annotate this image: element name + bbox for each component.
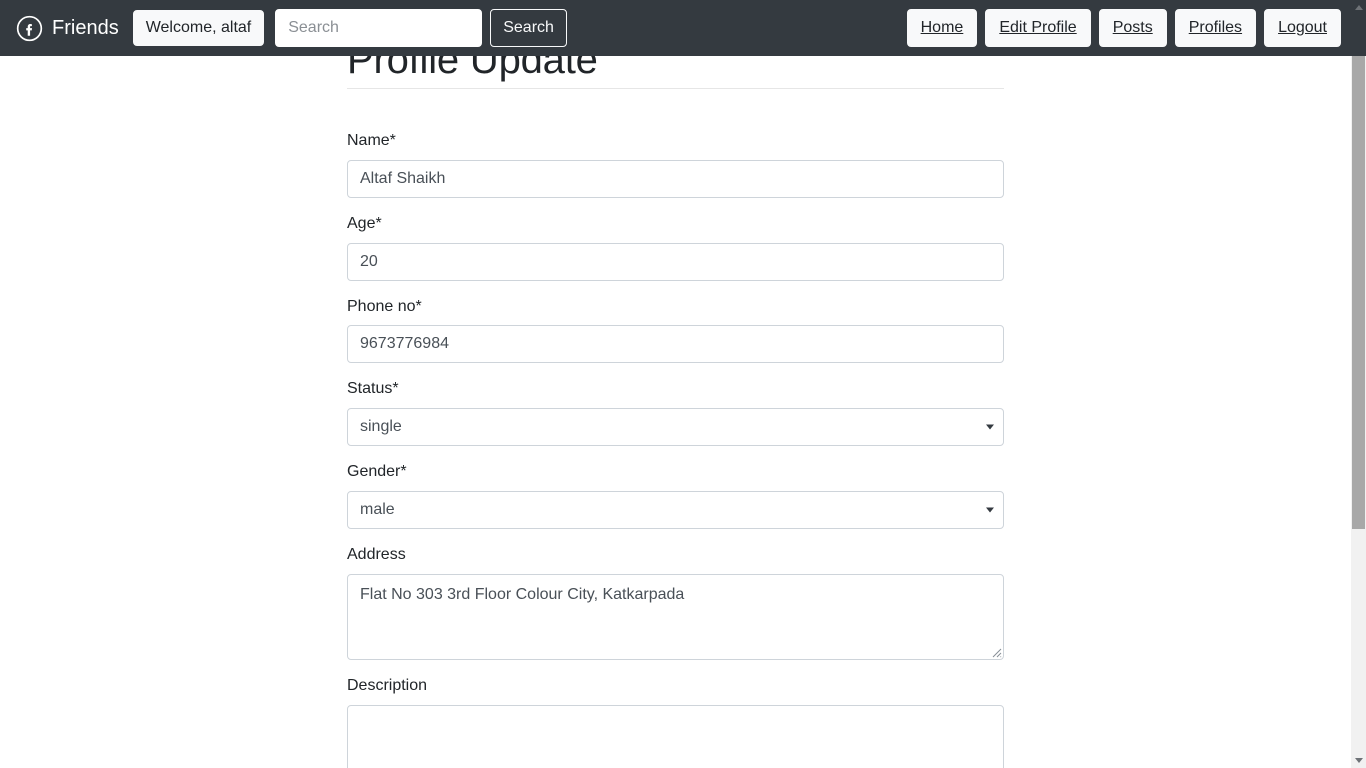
gender-select[interactable]: male: [347, 490, 1004, 529]
nav-link-profiles[interactable]: Profiles: [1174, 9, 1257, 47]
page-content: Profile Update Name* Age* Phone no*: [0, 56, 1351, 768]
vertical-scrollbar[interactable]: [1351, 0, 1366, 768]
nav-link-posts[interactable]: Posts: [1098, 9, 1167, 47]
field-group-gender: Gender* male: [347, 462, 1004, 529]
field-group-description: Description: [347, 676, 1004, 768]
field-group-name: Name*: [347, 131, 1004, 198]
status-select[interactable]: single: [347, 408, 1004, 447]
brand-link[interactable]: Friends: [16, 15, 119, 42]
description-textarea-wrap: [347, 704, 1004, 768]
address-textarea[interactable]: [347, 573, 1004, 660]
nav-link-home[interactable]: Home: [906, 9, 978, 47]
profile-update-form: Name* Age* Phone no* Status*: [347, 131, 1004, 768]
name-input[interactable]: [347, 159, 1004, 198]
phone-input[interactable]: [347, 325, 1004, 364]
scroll-up-arrow-icon[interactable]: [1351, 0, 1366, 15]
field-group-phone: Phone no*: [347, 297, 1004, 364]
label-description: Description: [347, 676, 428, 694]
nav-link-edit-profile[interactable]: Edit Profile: [985, 9, 1091, 47]
address-textarea-wrap: [347, 573, 1004, 660]
label-status: Status*: [347, 380, 399, 398]
scrollbar-track-top: [1351, 15, 1366, 56]
search-button[interactable]: Search: [490, 9, 567, 47]
page-title: Profile Update: [347, 56, 598, 82]
facebook-circle-icon: [16, 15, 43, 42]
form-container: Profile Update Name* Age* Phone no*: [332, 56, 1019, 768]
search-input[interactable]: [275, 9, 483, 47]
browser-viewport: Friends Welcome, altaf Search Home Edit …: [0, 0, 1366, 768]
nav-link-logout[interactable]: Logout: [1264, 9, 1341, 47]
label-address: Address: [347, 545, 406, 563]
label-age: Age*: [347, 214, 382, 232]
label-phone: Phone no*: [347, 297, 422, 315]
label-name: Name*: [347, 132, 396, 149]
welcome-badge: Welcome, altaf: [132, 10, 265, 46]
nav-links: Home Edit Profile Posts Profiles Logout: [906, 9, 1343, 47]
gender-select-wrap: male: [347, 490, 1004, 529]
description-textarea[interactable]: [347, 704, 1004, 768]
field-group-address: Address: [347, 545, 1004, 660]
scroll-down-arrow-icon[interactable]: [1351, 753, 1366, 768]
brand-label: Friends: [52, 17, 119, 39]
top-navbar: Friends Welcome, altaf Search Home Edit …: [0, 0, 1351, 56]
label-gender: Gender*: [347, 463, 407, 481]
field-group-age: Age*: [347, 214, 1004, 281]
field-group-status: Status* single: [347, 379, 1004, 447]
age-input[interactable]: [347, 242, 1004, 281]
title-divider: [347, 88, 1004, 89]
scrollbar-thumb[interactable]: [1352, 56, 1365, 529]
status-select-wrap: single: [347, 408, 1004, 447]
